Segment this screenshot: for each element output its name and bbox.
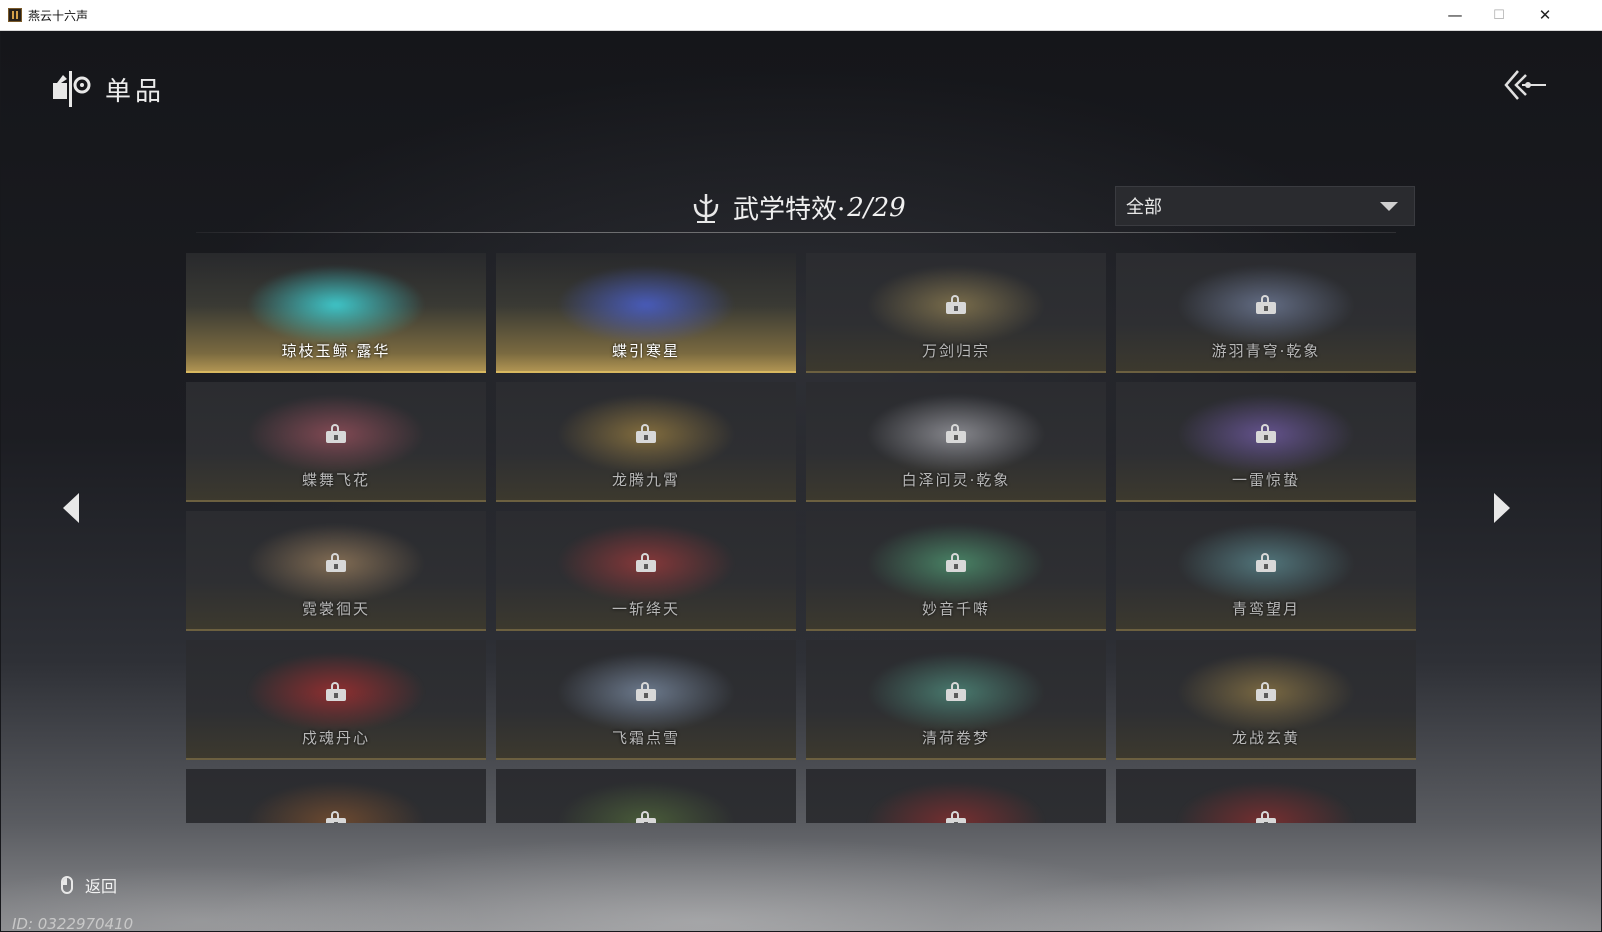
chevron-down-icon <box>1380 201 1398 211</box>
effect-card-name: 琼枝玉鲸·露华 <box>281 342 391 360</box>
effect-card[interactable]: 清荷卷梦 <box>806 640 1106 760</box>
effect-card[interactable]: 龙战玄黄 <box>1116 640 1416 760</box>
lock-icon <box>1252 682 1280 702</box>
effect-card-name: 妙音千啭 <box>921 600 990 618</box>
next-page-arrow-icon[interactable] <box>1492 491 1512 525</box>
lock-icon <box>942 682 970 702</box>
effect-card-name: 万剑归宗 <box>921 342 990 360</box>
lock-icon <box>632 682 660 702</box>
effect-card-name: 游羽青穹·乾象 <box>1211 342 1321 360</box>
effect-card-name: 戍魂丹心 <box>301 729 370 747</box>
effect-card[interactable]: 万剑归宗 <box>806 253 1106 373</box>
effect-card-name: 蝶舞飞花 <box>301 471 370 489</box>
lock-icon <box>942 553 970 573</box>
effect-card-name: 一雷惊蛰 <box>1231 471 1300 489</box>
effect-card[interactable] <box>1116 769 1416 823</box>
item-category-icon <box>51 69 91 109</box>
effect-card[interactable]: 飞霜点雪 <box>496 640 796 760</box>
lock-icon <box>322 682 350 702</box>
effect-card[interactable]: 一雷惊蛰 <box>1116 382 1416 502</box>
app-icon <box>8 8 22 22</box>
section-title-text: 武学特效· <box>733 195 846 225</box>
effect-card[interactable] <box>806 769 1106 823</box>
filter-selected-value: 全部 <box>1126 197 1162 218</box>
lock-icon <box>1252 424 1280 444</box>
effect-card-name: 清荷卷梦 <box>921 729 990 747</box>
filter-dropdown[interactable]: 全部 <box>1115 186 1415 226</box>
lock-icon <box>942 811 970 823</box>
effect-card[interactable]: 白泽问灵·乾象 <box>806 382 1106 502</box>
minimize-button[interactable]: — <box>1432 0 1478 30</box>
effect-card-name: 白泽问灵·乾象 <box>901 471 1011 489</box>
effect-card-name: 龙战玄黄 <box>1231 729 1300 747</box>
window-titlebar: 燕云十六声 — ☐ ✕ <box>0 0 1602 31</box>
collection-count: 2/29 <box>847 192 906 223</box>
effect-artwork <box>556 265 736 345</box>
effect-card[interactable] <box>186 769 486 823</box>
lock-icon <box>942 424 970 444</box>
section-divider <box>196 232 1396 233</box>
prev-page-arrow-icon[interactable] <box>61 491 81 525</box>
lock-icon <box>1252 811 1280 823</box>
effect-card[interactable]: 戍魂丹心 <box>186 640 486 760</box>
effect-card-name: 龙腾九霄 <box>611 471 680 489</box>
lock-icon <box>632 424 660 444</box>
effect-card[interactable]: 琼枝玉鲸·露华 <box>186 253 486 373</box>
section-title: 武学特效· 2/29 <box>691 189 906 226</box>
lock-icon <box>322 553 350 573</box>
footer-back-button[interactable]: 返回 <box>61 873 117 897</box>
mouse-icon <box>61 876 73 894</box>
martial-effect-icon <box>693 193 719 223</box>
effect-card[interactable]: 龙腾九霄 <box>496 382 796 502</box>
page-header: 单品 <box>51 69 165 109</box>
effect-card[interactable]: 蝶引寒星 <box>496 253 796 373</box>
effect-card[interactable]: 霓裳徊天 <box>186 511 486 631</box>
effect-card-name: 蝶引寒星 <box>611 342 680 360</box>
effect-card[interactable]: 青鸾望月 <box>1116 511 1416 631</box>
effect-card[interactable]: 一斩绛天 <box>496 511 796 631</box>
effect-card-name: 青鸾望月 <box>1231 600 1300 618</box>
effect-card[interactable]: 蝶舞飞花 <box>186 382 486 502</box>
effect-card-name: 霓裳徊天 <box>301 600 370 618</box>
effect-card[interactable]: 妙音千啭 <box>806 511 1106 631</box>
effect-card-name: 飞霜点雪 <box>611 729 680 747</box>
lock-icon <box>322 424 350 444</box>
lock-icon <box>1252 295 1280 315</box>
player-id: ID: 0322970410 <box>12 915 134 931</box>
effect-card[interactable]: 游羽青穹·乾象 <box>1116 253 1416 373</box>
lock-icon <box>632 811 660 823</box>
lock-icon <box>632 553 660 573</box>
lock-icon <box>942 295 970 315</box>
game-viewport: 单品 武学特效· 2/29 全部 琼枝玉鲸·露华 蝶引寒星 万剑归宗 游羽青穹·乾象蝶… <box>1 31 1601 931</box>
footer-back-label: 返回 <box>85 877 118 896</box>
back-arrow-icon[interactable] <box>1502 67 1548 103</box>
effect-card-name: 一斩绛天 <box>611 600 680 618</box>
close-button[interactable]: ✕ <box>1522 0 1568 30</box>
effects-grid: 琼枝玉鲸·露华 蝶引寒星 万剑归宗 游羽青穹·乾象蝶舞飞花 龙腾九霄 白泽问灵·乾象 一雷惊… <box>186 253 1418 823</box>
maximize-button[interactable]: ☐ <box>1476 0 1522 30</box>
window-title: 燕云十六声 <box>28 9 89 23</box>
effect-card[interactable] <box>496 769 796 823</box>
page-title: 单品 <box>105 76 166 107</box>
lock-icon <box>1252 553 1280 573</box>
effect-artwork <box>246 265 426 345</box>
lock-icon <box>322 811 350 823</box>
